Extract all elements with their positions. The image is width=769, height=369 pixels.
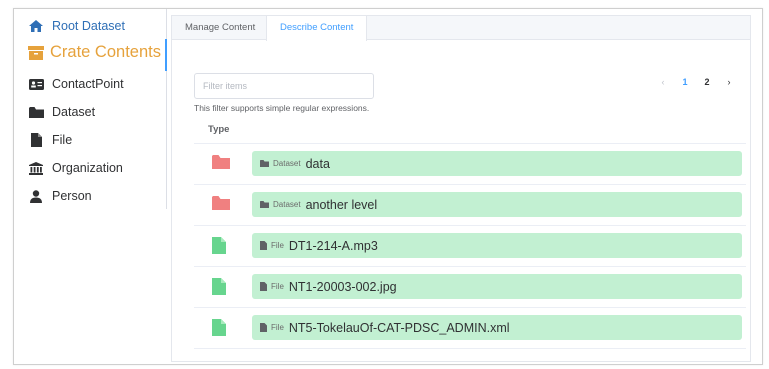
sidebar-item-root-dataset[interactable]: Root Dataset xyxy=(28,19,125,33)
table-row: File NT1-20003-002.jpg xyxy=(194,266,746,307)
file-icon xyxy=(260,323,267,332)
sidebar: Root Dataset Crate Contents ContactPoint… xyxy=(14,9,167,209)
sidebar-item-dataset[interactable]: Dataset xyxy=(28,105,95,119)
active-indicator xyxy=(165,39,167,71)
sidebar-item-file[interactable]: File xyxy=(28,133,72,147)
sidebar-item-label: Dataset xyxy=(52,105,96,119)
address-card-icon xyxy=(28,78,44,90)
sidebar-item-label: File xyxy=(52,133,73,147)
item-name: DT1-214-A.mp3 xyxy=(288,238,378,253)
tab-describe-content[interactable]: Describe Content xyxy=(266,16,368,41)
sidebar-item-crate-contents[interactable]: Crate Contents xyxy=(28,43,161,62)
folder-icon xyxy=(260,160,269,167)
folder-icon xyxy=(28,106,44,118)
sidebar-item-label: ContactPoint xyxy=(52,77,124,91)
item-button-file-dt1[interactable]: File DT1-214-A.mp3 xyxy=(252,233,742,258)
item-kind: File xyxy=(271,241,284,250)
item-name: NT1-20003-002.jpg xyxy=(288,279,397,294)
page-1-button[interactable]: 1 xyxy=(674,77,696,87)
table-row: Dataset data xyxy=(194,143,746,184)
sidebar-item-person[interactable]: Person xyxy=(28,189,92,203)
item-kind: File xyxy=(271,282,284,291)
institution-icon xyxy=(28,161,44,175)
sidebar-item-label: Crate Contents xyxy=(50,43,161,61)
item-name: NT5-TokelauOf-CAT-PDSC_ADMIN.xml xyxy=(288,320,510,335)
table-row: File DT1-214-A.mp3 xyxy=(194,225,746,266)
items-table: Dataset data Dataset another level File … xyxy=(194,143,746,349)
file-icon xyxy=(260,241,267,250)
table-row: File NT5-TokelauOf-CAT-PDSC_ADMIN.xml xyxy=(194,307,746,349)
sidebar-item-label: Organization xyxy=(52,161,123,175)
pagination: ‹ 1 2 › xyxy=(652,77,740,87)
item-name: data xyxy=(305,156,330,171)
sidebar-item-organization[interactable]: Organization xyxy=(28,161,123,175)
file-icon xyxy=(260,282,267,291)
item-button-file-nt5[interactable]: File NT5-TokelauOf-CAT-PDSC_ADMIN.xml xyxy=(252,315,742,340)
folder-icon xyxy=(212,196,230,212)
folder-icon xyxy=(260,201,269,208)
file-icon xyxy=(212,278,230,295)
item-kind: File xyxy=(271,323,284,332)
sidebar-item-label: Root Dataset xyxy=(52,19,125,33)
folder-icon xyxy=(212,155,230,171)
tab-manage-content[interactable]: Manage Content xyxy=(172,16,268,40)
main-content: Manage Content Describe Content This fil… xyxy=(171,15,751,362)
item-kind: Dataset xyxy=(273,159,301,168)
file-icon xyxy=(212,237,230,254)
item-button-file-nt1[interactable]: File NT1-20003-002.jpg xyxy=(252,274,742,299)
home-icon xyxy=(28,20,44,32)
filter-input[interactable] xyxy=(194,73,374,99)
tab-bar: Manage Content Describe Content xyxy=(171,15,751,41)
table-row: Dataset another level xyxy=(194,184,746,225)
page-2-button[interactable]: 2 xyxy=(696,77,718,87)
user-icon xyxy=(28,189,44,203)
file-icon xyxy=(212,319,230,336)
prev-page-button[interactable]: ‹ xyxy=(652,77,674,87)
item-button-dataset-data[interactable]: Dataset data xyxy=(252,151,742,176)
archive-icon xyxy=(28,45,44,60)
item-kind: Dataset xyxy=(273,200,301,209)
type-column-header: Type xyxy=(208,124,230,135)
filter-hint: This filter supports simple regular expr… xyxy=(194,103,370,113)
describe-content-panel: This filter supports simple regular expr… xyxy=(171,39,751,362)
sidebar-item-contactpoint[interactable]: ContactPoint xyxy=(28,77,124,91)
file-icon xyxy=(28,133,44,147)
sidebar-item-label: Person xyxy=(52,189,92,203)
next-page-button[interactable]: › xyxy=(718,77,740,87)
item-name: another level xyxy=(305,197,378,212)
app-frame: Root Dataset Crate Contents ContactPoint… xyxy=(13,8,763,365)
item-button-dataset-another-level[interactable]: Dataset another level xyxy=(252,192,742,217)
